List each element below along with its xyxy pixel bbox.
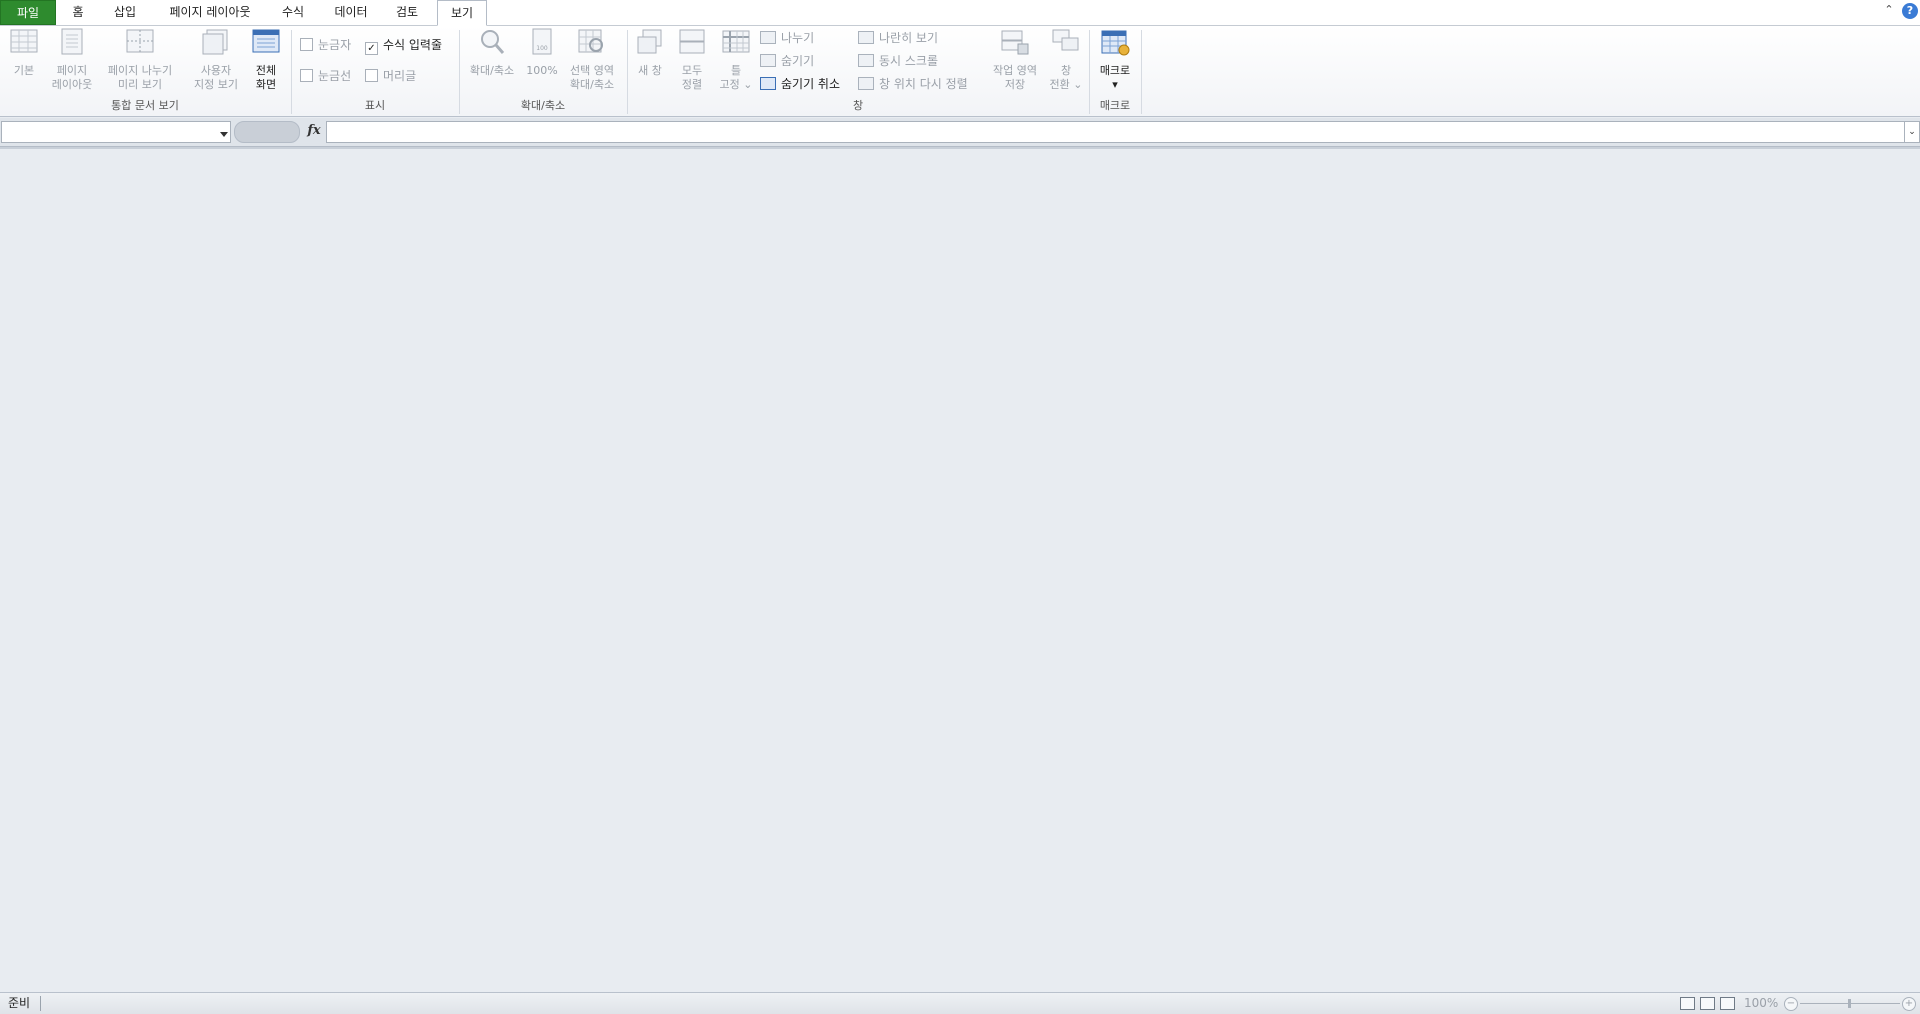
arrange-all-icon	[679, 29, 705, 54]
hide-button[interactable]: 숨기기	[760, 52, 814, 70]
side-by-side-icon	[858, 31, 874, 44]
tab-page-layout[interactable]: 페이지 레이아웃	[160, 0, 260, 24]
magnifier-icon	[481, 30, 505, 54]
chevron-down-icon: ⌄	[1073, 78, 1083, 91]
zoom-100-icon: 100	[532, 28, 552, 55]
empty-workspace	[0, 149, 1920, 992]
switch-windows-button[interactable]: 창 전환 ⌄	[1046, 28, 1086, 92]
group-label-workbook-views: 통합 문서 보기	[111, 99, 179, 112]
zoom-in-icon[interactable]: +	[1902, 997, 1916, 1011]
status-bar: 준비 100% − +	[0, 992, 1920, 1014]
normal-view-icon	[10, 29, 38, 53]
formula-bar: fx ⌄	[0, 118, 1920, 147]
chevron-down-icon: ▾	[1112, 78, 1118, 91]
new-window-icon	[637, 29, 662, 54]
tab-review[interactable]: 검토	[392, 0, 422, 24]
page-break-preview-button[interactable]: 페이지 나누기 미리 보기	[100, 28, 180, 92]
zoom-100-button[interactable]: 100 100%	[524, 28, 560, 78]
custom-views-button[interactable]: 사용자 지정 보기	[188, 28, 244, 92]
chevron-down-icon: ⌄	[743, 78, 753, 91]
save-workspace-icon	[1001, 30, 1029, 55]
headings-checkbox-box[interactable]	[365, 69, 378, 82]
minimize-ribbon-icon[interactable]: ⌃	[1882, 3, 1896, 17]
status-separator	[40, 996, 41, 1011]
freeze-panes-button[interactable]: 틀 고정 ⌄	[714, 28, 758, 92]
arrange-all-button[interactable]: 모두 정렬	[674, 28, 710, 92]
zoom-out-icon[interactable]: −	[1784, 997, 1798, 1011]
formula-buttons-pill	[234, 121, 300, 143]
tab-home[interactable]: 홈	[66, 0, 90, 24]
view-side-by-side-button[interactable]: 나란히 보기	[858, 29, 938, 47]
normal-view-button[interactable]: 기본	[4, 28, 44, 78]
split-button[interactable]: 나누기	[760, 29, 814, 47]
tab-file[interactable]: 파일	[0, 0, 56, 25]
hide-icon	[760, 54, 776, 67]
zoom-to-selection-button[interactable]: 선택 영역 확대/축소	[562, 28, 622, 92]
formula-controls: fx	[234, 121, 324, 143]
synchronous-scrolling-button[interactable]: 동시 스크롤	[858, 52, 938, 70]
svg-text:100: 100	[536, 45, 548, 52]
save-workspace-button[interactable]: 작업 영역 저장	[986, 28, 1044, 92]
group-label-macros: 매크로	[1099, 99, 1131, 112]
ruler-checkbox-box[interactable]	[300, 38, 313, 51]
zoom-slider-thumb[interactable]	[1848, 999, 1851, 1008]
group-separator	[1141, 30, 1142, 114]
help-icon[interactable]: ?	[1902, 3, 1918, 19]
full-screen-button[interactable]: 전체 화면	[246, 28, 286, 92]
tab-formulas[interactable]: 수식	[278, 0, 308, 24]
freeze-panes-icon	[722, 30, 750, 53]
ribbon: 기본 페이지 레이아웃 페이지 나누기 미리 보기 사용자 지정 보기 전체 화…	[0, 26, 1920, 117]
split-icon	[760, 31, 776, 44]
page-break-icon	[126, 29, 154, 53]
page-layout-view-button[interactable]: 페이지 레이아웃	[46, 28, 98, 92]
expand-formula-bar-icon[interactable]: ⌄	[1904, 121, 1920, 143]
tab-data[interactable]: 데이터	[330, 0, 372, 24]
headings-checkbox[interactable]: 머리글	[365, 68, 416, 84]
reset-window-position-button[interactable]: 창 위치 다시 정렬	[858, 75, 968, 93]
full-screen-icon	[252, 29, 280, 53]
gridlines-checkbox-box[interactable]	[300, 69, 313, 82]
page-layout-status-icon[interactable]	[1700, 997, 1715, 1010]
tab-insert[interactable]: 삽입	[110, 0, 140, 24]
switch-windows-icon	[1052, 29, 1079, 51]
macros-button[interactable]: 매크로 ▾	[1094, 28, 1136, 92]
page-layout-icon	[61, 28, 83, 55]
sync-scroll-icon	[858, 54, 874, 67]
unhide-button[interactable]: 숨기기 취소	[760, 75, 840, 93]
group-label-window: 창	[852, 99, 864, 112]
page-break-status-icon[interactable]	[1720, 997, 1735, 1010]
gridlines-checkbox[interactable]: 눈금선	[300, 68, 351, 84]
insert-function-icon[interactable]: fx	[304, 121, 324, 141]
group-label-zoom: 확대/축소	[520, 99, 566, 112]
name-box[interactable]	[1, 121, 231, 143]
formula-bar-checkbox[interactable]: ✓ 수식 입력줄	[365, 37, 442, 55]
zoom-level[interactable]: 100%	[1744, 995, 1778, 1012]
formula-input[interactable]	[326, 121, 1906, 143]
zoom-selection-icon	[578, 29, 603, 53]
custom-views-icon	[202, 29, 228, 55]
status-ready: 준비	[8, 996, 31, 1010]
macro-icon	[1101, 30, 1130, 56]
tab-view[interactable]: 보기	[437, 0, 487, 26]
new-window-button[interactable]: 새 창	[632, 28, 668, 78]
formula-bar-checkbox-box[interactable]: ✓	[365, 42, 378, 55]
group-label-show: 표시	[364, 99, 386, 112]
zoom-button[interactable]: 확대/축소	[464, 28, 520, 78]
ribbon-tab-bar: 파일 홈 삽입 페이지 레이아웃 수식 데이터 검토 보기 ⌃ ?	[0, 0, 1920, 26]
name-box-dropdown-icon[interactable]	[220, 132, 228, 137]
unhide-icon	[760, 77, 776, 90]
reset-position-icon	[858, 77, 874, 90]
normal-view-status-icon[interactable]	[1680, 997, 1695, 1010]
ruler-checkbox[interactable]: 눈금자	[300, 37, 351, 53]
